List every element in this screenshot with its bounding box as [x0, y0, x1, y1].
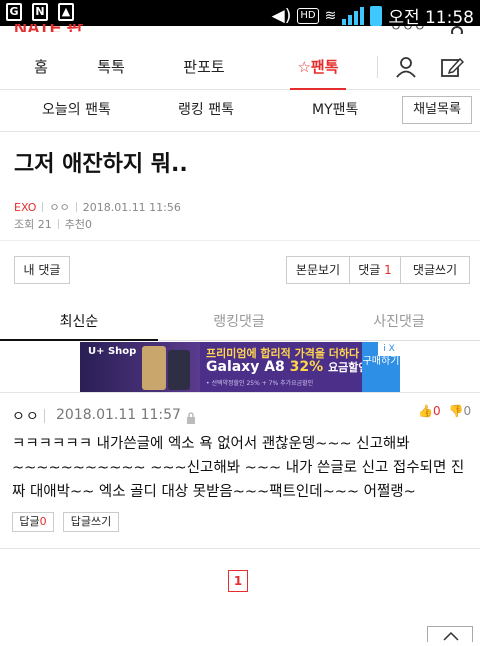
reply-button[interactable]: 답글0 — [12, 512, 54, 532]
tab-latest[interactable]: 최신순 — [0, 305, 158, 341]
reply-count: 0 — [39, 515, 47, 528]
recommend-count: 0 — [85, 218, 92, 231]
ad-banner[interactable]: U+ Shop 프리미엄에 합리적 가격을 더하다 Galaxy A8 32% … — [80, 342, 400, 392]
subnav-ranking[interactable]: 랭킹 팬톡 — [178, 90, 234, 132]
hd-icon: HD — [297, 7, 319, 24]
notification-icons: G N ▲ — [6, 3, 74, 21]
ad-brand: U+ Shop — [88, 346, 137, 357]
post-category[interactable]: EXO — [14, 201, 36, 214]
user-icon[interactable] — [395, 56, 417, 82]
views-count: 21 — [37, 218, 52, 231]
comments-button[interactable]: 댓글 1 — [349, 256, 401, 284]
post-title: 그저 애잔하지 뭐.. — [14, 152, 188, 177]
nav-divider — [377, 56, 378, 78]
views-label: 조회 — [14, 218, 35, 231]
nav-toktok[interactable]: 톡톡 — [90, 44, 132, 90]
divider — [0, 392, 480, 393]
thumb-up-icon: 👍 — [418, 404, 433, 418]
subnav-today[interactable]: 오늘의 팬톡 — [42, 90, 111, 132]
n-icon: N — [32, 3, 48, 21]
channel-list-button[interactable]: 채널목록 — [402, 96, 472, 124]
volume-icon: ◀) — [271, 5, 292, 26]
search-icon[interactable] — [450, 26, 466, 34]
thumb-down-icon: 👎 — [448, 404, 464, 418]
write-icon[interactable] — [440, 56, 465, 82]
post-stats: 조회 21 추천0 — [14, 216, 92, 232]
view-body-button[interactable]: 본문보기 — [286, 256, 350, 284]
recommend-label: 추천 — [64, 218, 85, 231]
battery-icon — [370, 5, 383, 26]
post-author: ㅇㅇ — [49, 201, 70, 214]
downvote-button[interactable]: 👎0 — [449, 404, 472, 418]
comment-author: ㅇㅇ — [12, 409, 40, 425]
my-comments-button[interactable]: 내 댓글 — [14, 256, 70, 284]
site-logo[interactable]: NATE 판 — [14, 24, 94, 32]
comment-tabs: 최신순 랭킹댓글 사진댓글 — [0, 305, 480, 341]
tab-ranking[interactable]: 랭킹댓글 — [160, 305, 318, 341]
nav-fantalk[interactable]: ☆팬톡 — [290, 44, 346, 90]
clock: 오전 11:58 — [388, 8, 474, 28]
page-current[interactable]: 1 — [228, 570, 248, 592]
star-icon: ☆ — [297, 58, 311, 76]
comment-votes: 👍0 👎0 — [418, 404, 471, 418]
ad-fine-print: • 선택약정할인 25% + 7% 추가요금할인 — [206, 380, 314, 387]
ad-product: Galaxy A8 32% 요금할인 — [206, 359, 369, 375]
status-right: ◀) HD ≋ 오전 11:58 — [272, 3, 474, 28]
write-comment-button[interactable]: 댓글쓰기 — [400, 256, 470, 284]
comment-datetime: 2018.01.11 11:57 — [56, 407, 181, 423]
divider — [0, 240, 480, 241]
upvote-button[interactable]: 👍0 — [418, 404, 441, 418]
subnav-my[interactable]: MY팬톡 — [312, 90, 358, 132]
signal-icon — [342, 6, 365, 25]
main-nav: 홈 톡톡 판포토 ☆팬톡 — [0, 44, 480, 90]
phone-image — [142, 346, 166, 390]
wifi-icon: ≋ — [324, 7, 337, 24]
header-user[interactable]: ㅇㅇㅇ — [390, 26, 440, 34]
notification-icon: G — [6, 3, 22, 21]
ad-close-icon[interactable]: i X — [378, 342, 400, 356]
nav-panphoto[interactable]: 판포토 — [176, 44, 232, 90]
status-bar: G N ▲ ◀) HD ≋ 오전 11:58 — [0, 0, 480, 28]
divider — [0, 548, 480, 549]
bag-icon: ▲ — [58, 3, 74, 21]
write-reply-button[interactable]: 답글쓰기 — [63, 512, 119, 532]
phone-image — [168, 350, 190, 390]
lock-icon — [186, 409, 196, 424]
tab-photo[interactable]: 사진댓글 — [320, 305, 478, 341]
comment-body: ㅋㅋㅋㅋㅋㅋ 내가쓴글에 엑소 욕 없어서 괜찮운뎅~~~ 신고해봐~~~~~~… — [12, 436, 465, 500]
post-meta: EXO ㅇㅇ 2018.01.11 11:56 — [14, 199, 181, 215]
nav-home[interactable]: 홈 — [24, 44, 58, 90]
comments-count: 1 — [384, 263, 392, 277]
post-datetime: 2018.01.11 11:56 — [82, 200, 181, 214]
